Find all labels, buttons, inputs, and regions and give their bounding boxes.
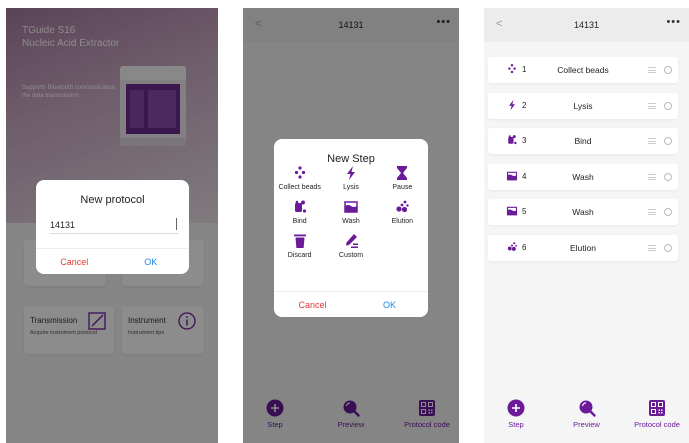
discard-icon [292, 233, 308, 249]
step-number: 4 [522, 171, 527, 181]
step-select-radio[interactable] [664, 208, 672, 216]
step-option-pause[interactable]: Pause [377, 165, 428, 191]
bottom-toolbar: Step Preview Protocol code [484, 399, 689, 435]
wash-icon [343, 199, 359, 215]
ok-button[interactable]: OK [351, 292, 428, 317]
step-row[interactable]: 5 Wash [488, 199, 678, 225]
dialog-title: New protocol [80, 194, 145, 206]
drag-handle-icon[interactable] [648, 173, 656, 180]
dialog-title: New Step [327, 153, 375, 165]
custom-icon [343, 233, 359, 249]
step-select-radio[interactable] [664, 172, 672, 181]
drag-handle-icon[interactable] [648, 67, 656, 73]
add-step-icon [507, 399, 525, 417]
step-row[interactable]: 3 Bind [488, 128, 678, 154]
dialog-button-bar: Cancel OK [274, 291, 428, 317]
step-option-lysis[interactable]: Lysis [325, 165, 376, 191]
step-option-wash[interactable]: Wash [325, 199, 376, 225]
toolbar-preview-button[interactable]: Preview [555, 399, 619, 435]
drag-handle-icon[interactable] [648, 102, 656, 109]
new-step-dialog: New Step Collect beads Lysis Pause Bind … [274, 139, 428, 317]
cancel-button[interactable]: Cancel [36, 249, 113, 274]
step-option-collect-beads[interactable]: Collect beads [274, 165, 325, 191]
step-name: Lysis [573, 100, 593, 111]
qr-code-icon [648, 399, 666, 417]
step-option-bind[interactable]: Bind [274, 199, 325, 225]
step-number: 3 [522, 136, 527, 145]
toolbar-protocol-code-button[interactable]: Protocol code [625, 399, 689, 435]
step-name: Wash [572, 207, 594, 217]
step-option-elution[interactable]: Elution [377, 199, 428, 225]
bind-icon [292, 199, 308, 215]
step-row[interactable]: 1 Collect beads [488, 57, 678, 83]
step-number: 6 [522, 242, 527, 252]
ok-button[interactable]: OK [113, 249, 190, 274]
drag-handle-icon[interactable] [648, 138, 656, 144]
step-name: Bind [574, 136, 592, 146]
drag-handle-icon[interactable] [648, 209, 656, 215]
nav-bar: < 14131 ••• [484, 8, 689, 42]
pause-hourglass-icon [394, 165, 410, 181]
step-name: Collect beads [557, 65, 609, 75]
lysis-icon [506, 99, 518, 111]
step-row[interactable]: 4 Wash [488, 163, 678, 190]
drag-handle-icon[interactable] [648, 244, 656, 251]
step-row[interactable]: 6 Elution [488, 234, 678, 261]
screen-protocol-steps: < 14131 ••• 1 Collect beads 2 Lysis 3 Bi… [484, 8, 689, 443]
step-row[interactable]: 2 Lysis [488, 92, 678, 119]
step-option-discard[interactable]: Discard [274, 233, 325, 259]
screen-home: TGuide S16 Nucleic Acid Extractor Suppor… [6, 8, 218, 443]
step-name: Wash [572, 171, 594, 182]
wash-icon [506, 170, 518, 182]
elution-icon [506, 241, 518, 253]
collect-beads-icon [506, 63, 518, 75]
dialog-button-bar: Cancel OK [36, 248, 189, 274]
text-caret [176, 218, 177, 230]
step-select-radio[interactable] [664, 101, 672, 110]
step-name: Elution [570, 242, 596, 253]
step-select-radio[interactable] [664, 66, 672, 74]
step-option-custom[interactable]: Custom [325, 233, 376, 259]
step-number: 2 [522, 100, 527, 110]
step-select-radio[interactable] [664, 243, 672, 252]
screen-protocol-edit-dialog: < 14131 ••• Step Preview Protocol code N… [243, 8, 459, 443]
step-number: 5 [522, 207, 527, 216]
protocol-name-input[interactable]: 14131 [50, 218, 179, 234]
step-list: 1 Collect beads 2 Lysis 3 Bind 4 Wash 5 … [488, 57, 678, 270]
cancel-button[interactable]: Cancel [274, 292, 351, 317]
bind-icon [506, 134, 518, 146]
nav-title: 14131 [573, 20, 600, 30]
collect-beads-icon [292, 165, 308, 181]
more-menu-button[interactable]: ••• [666, 16, 681, 28]
lysis-icon [343, 165, 359, 181]
toolbar-step-button[interactable]: Step [484, 399, 548, 435]
step-type-grid: Collect beads Lysis Pause Bind Wash Elut… [274, 165, 428, 259]
new-protocol-dialog: New protocol 14131 Cancel OK [36, 180, 189, 274]
step-select-radio[interactable] [664, 137, 672, 145]
step-number: 1 [522, 65, 527, 74]
preview-search-icon [578, 399, 596, 417]
wash-icon [506, 205, 518, 217]
elution-icon [394, 199, 410, 215]
